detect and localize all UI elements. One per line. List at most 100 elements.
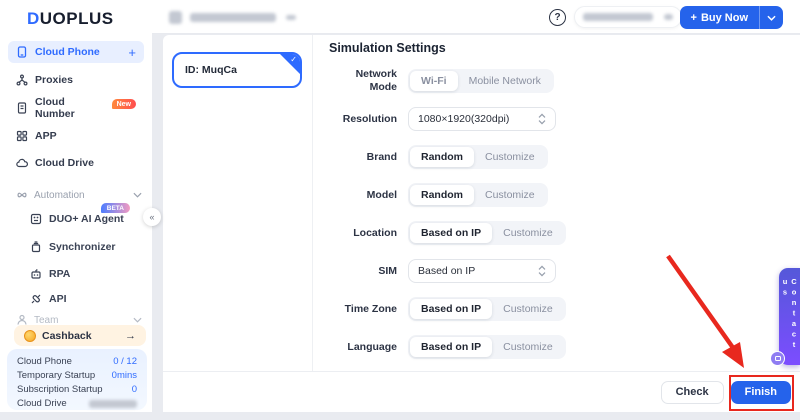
app-grid-icon [16, 130, 28, 142]
stat-label: Cloud Phone [17, 356, 72, 367]
page-title: Simulation Settings [329, 41, 800, 55]
sidebar-item-proxies[interactable]: Proxies [8, 69, 144, 91]
sidebar-item-label: RPA [49, 268, 70, 280]
sidebar-item-synchronizer[interactable]: Synchronizer [30, 238, 144, 256]
proxies-icon [16, 74, 28, 86]
row-model: Model Random Customize [329, 183, 800, 207]
sidebar: DUOPLUS Cloud Phone + Proxies Cloud Numb… [0, 0, 152, 412]
buy-now-dropdown-caret[interactable] [760, 6, 783, 29]
tab-favicon [169, 11, 182, 24]
option-customize[interactable]: Customize [474, 147, 546, 167]
select-updown-icon [538, 113, 546, 125]
chat-bubble-icon[interactable] [770, 351, 785, 366]
field-label: SIM [329, 265, 397, 278]
sidebar-item-label: Cloud Phone [35, 46, 100, 58]
section-label: Team [34, 315, 58, 326]
option-customize[interactable]: Customize [492, 223, 564, 243]
sidebar-item-api[interactable]: API [30, 290, 144, 308]
row-resolution: Resolution 1080×1920(320dpi) [329, 107, 800, 131]
option-based-on-ip[interactable]: Based on IP [410, 299, 492, 319]
device-list: ID: MuqCa ✓ [163, 35, 313, 371]
stat-label: Cloud Drive [17, 398, 67, 409]
time-zone-segmented: Based on IP Customize [408, 297, 566, 321]
option-random[interactable]: Random [410, 147, 474, 167]
contact-us-tab[interactable]: Contact us [779, 268, 800, 365]
stat-cloud-phone: Cloud Phone 0 / 12 [17, 355, 137, 367]
field-label: Network Mode [329, 68, 397, 93]
option-based-on-ip[interactable]: Based on IP [410, 223, 492, 243]
field-label: Location [329, 227, 397, 240]
section-label: Automation [34, 190, 85, 201]
check-button[interactable]: Check [661, 381, 724, 404]
sidebar-item-label: API [49, 293, 67, 305]
option-based-on-ip[interactable]: Based on IP [410, 337, 492, 357]
row-sim: SIM Based on IP [329, 259, 800, 283]
top-bar: ? + Buy Now [152, 0, 800, 34]
row-language: Language Based on IP Customize [329, 335, 800, 359]
redacted-value [89, 400, 137, 408]
sidebar-item-label: Cloud Number [35, 96, 103, 120]
sidebar-item-cloud-drive[interactable]: Cloud Drive [8, 152, 144, 174]
sidebar-item-label: Cloud Drive [35, 157, 94, 169]
sidebar-collapse-button[interactable]: « [143, 208, 161, 226]
resolution-value: 1080×1920(320dpi) [418, 113, 509, 125]
account-menu[interactable] [574, 6, 682, 28]
location-segmented: Based on IP Customize [408, 221, 566, 245]
synchronizer-icon [30, 241, 42, 253]
main-panel: ID: MuqCa ✓ Simulation Settings Network … [163, 35, 800, 412]
sidebar-item-label: DUO+ AI Agent [49, 213, 124, 225]
add-cloud-phone-button[interactable]: + [128, 45, 136, 60]
field-label: Resolution [329, 113, 397, 126]
sim-select[interactable]: Based on IP [408, 259, 556, 283]
redacted-tab-extra [286, 15, 296, 20]
finish-button[interactable]: Finish [731, 381, 791, 404]
redacted-account-email [583, 13, 653, 21]
sidebar-item-app[interactable]: APP [8, 125, 144, 147]
sidebar-item-rpa[interactable]: RPA [30, 265, 144, 283]
sidebar-item-label: Proxies [35, 74, 73, 86]
ai-agent-icon [30, 213, 42, 225]
stat-cloud-drive: Cloud Drive [17, 398, 137, 410]
brand-segmented: Random Customize [408, 145, 548, 169]
buy-now-button[interactable]: + Buy Now [680, 6, 784, 29]
device-card-selected[interactable]: ID: MuqCa ✓ [172, 52, 302, 88]
option-wifi[interactable]: Wi-Fi [410, 71, 458, 91]
usage-stats-panel: Cloud Phone 0 / 12 Temporary Startup 0mi… [7, 349, 147, 410]
sidebar-item-label: Synchronizer [49, 241, 116, 253]
option-customize[interactable]: Customize [492, 299, 564, 319]
row-time-zone: Time Zone Based on IP Customize [329, 297, 800, 321]
sidebar-section-automation[interactable]: Automation [16, 187, 142, 203]
chevron-down-icon [664, 14, 673, 20]
row-brand: Brand Random Customize [329, 145, 800, 169]
field-label: Model [329, 189, 397, 202]
resolution-select[interactable]: 1080×1920(320dpi) [408, 107, 556, 131]
footer-actions: Check Finish [163, 371, 800, 412]
field-label: Language [329, 341, 397, 354]
row-location: Location Based on IP Customize [329, 221, 800, 245]
chevron-down-icon [133, 315, 142, 326]
language-segmented: Based on IP Customize [408, 335, 566, 359]
beta-badge: BETA [101, 203, 130, 213]
sidebar-item-cloud-number[interactable]: Cloud Number New [8, 97, 144, 119]
stat-subscription-startup: Subscription Startup 0 [17, 383, 137, 395]
sidebar-item-cloud-phone[interactable]: Cloud Phone + [8, 41, 144, 63]
stat-value: 0mins [112, 370, 137, 381]
redacted-tab-title[interactable] [190, 13, 276, 22]
contact-us-label: Contact us [781, 277, 799, 365]
cashback-banner[interactable]: Cashback → [14, 325, 146, 346]
option-customize[interactable]: Customize [474, 185, 546, 205]
stat-label: Temporary Startup [17, 370, 95, 381]
device-id-label: ID: MuqCa [185, 64, 237, 76]
new-badge: New [112, 99, 136, 109]
stat-label: Subscription Startup [17, 384, 103, 395]
simulation-settings-form: Simulation Settings Network Mode Wi-Fi M… [314, 35, 800, 371]
option-customize[interactable]: Customize [492, 337, 564, 357]
arrow-right-icon: → [125, 330, 136, 342]
stat-temporary-startup: Temporary Startup 0mins [17, 369, 137, 381]
help-icon[interactable]: ? [549, 9, 566, 26]
sidebar-item-duo-ai-agent[interactable]: DUO+ AI Agent BETA [30, 210, 144, 228]
option-mobile-network[interactable]: Mobile Network [458, 71, 552, 91]
option-random[interactable]: Random [410, 185, 474, 205]
row-network-mode: Network Mode Wi-Fi Mobile Network [329, 68, 800, 93]
cloud-icon [16, 157, 28, 169]
